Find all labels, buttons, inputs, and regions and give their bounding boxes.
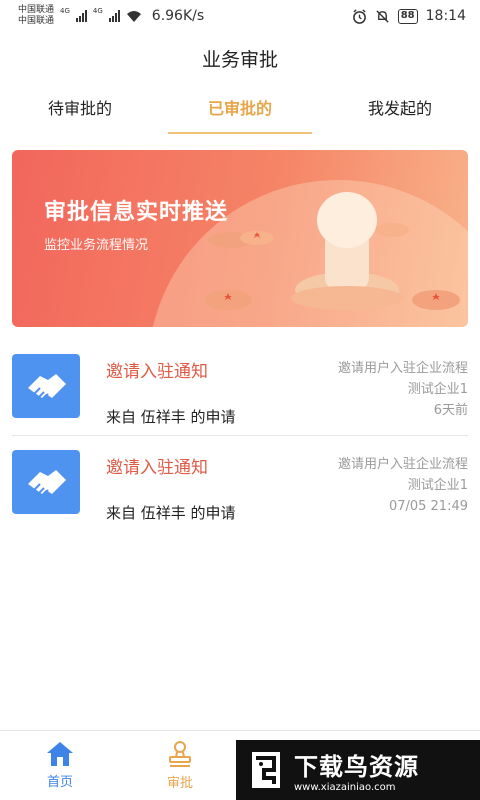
carrier-2: 中国联通 <box>18 16 55 26</box>
alarm-icon <box>352 8 366 24</box>
status-bar: 中国联通 中国联通 4G 4G 6.96K/s 88 18:14 <box>0 0 480 32</box>
nav-home-label: 首页 <box>46 775 73 790</box>
item-time: 6天前 <box>433 403 468 418</box>
battery-indicator: 88 <box>397 8 418 24</box>
nav-approval-label: 审批 <box>166 776 193 791</box>
nav-approval[interactable]: 审批 <box>120 731 240 800</box>
tab-pending[interactable]: 待审批的 <box>8 88 152 134</box>
item-flow: 邀请用户入驻企业流程 <box>337 361 468 376</box>
status-left: 中国联通 中国联通 4G 4G 6.96K/s <box>18 5 204 27</box>
item-applicant: 来自 伍祥丰 的申请 <box>106 408 236 426</box>
carrier-names: 中国联通 中国联通 <box>18 5 54 27</box>
net-type-2: 4G <box>92 7 103 15</box>
stamp-icon <box>169 741 191 767</box>
wifi-icon <box>126 10 141 22</box>
banner-subtitle: 监控业务流程情况 <box>44 238 149 253</box>
carrier-1: 中国联通 <box>18 5 55 15</box>
watermark-url: www.xiazainiao.com <box>294 782 396 793</box>
watermark-title: 下载鸟资源 <box>294 753 419 781</box>
approval-item[interactable]: 邀请入驻通知 来自 伍祥丰 的申请 邀请用户入驻企业流程 测试企业1 07/05… <box>12 436 468 532</box>
signal-icon <box>75 10 87 22</box>
approval-list: 邀请入驻通知 来自 伍祥丰 的申请 邀请用户入驻企业流程 测试企业1 6天前 邀… <box>0 340 480 532</box>
site-watermark: 下载鸟资源 www.xiazainiao.com <box>236 740 480 800</box>
promo-banner[interactable]: 审批信息实时推送 监控业务流程情况 <box>12 150 468 327</box>
handshake-icon <box>12 450 80 514</box>
item-meta: 邀请用户入驻企业流程 测试企业1 6天前 <box>338 358 468 421</box>
tab-initiated[interactable]: 我发起的 <box>328 88 472 134</box>
home-icon <box>47 742 73 766</box>
status-right: 88 18:14 <box>352 8 466 24</box>
net-type-1: 4G <box>60 7 70 15</box>
network-speed: 6.96K/s <box>151 8 205 24</box>
watermark-text: 下载鸟资源 www.xiazainiao.com <box>294 747 419 793</box>
item-title: 邀请入驻通知 <box>106 362 208 382</box>
item-time: 07/05 21:49 <box>388 499 468 514</box>
nav-home[interactable]: 首页 <box>0 731 120 800</box>
tab-bar: 待审批的 已审批的 我发起的 <box>0 88 480 134</box>
item-company: 测试企业1 <box>407 382 468 397</box>
approval-item[interactable]: 邀请入驻通知 来自 伍祥丰 的申请 邀请用户入驻企业流程 测试企业1 6天前 <box>12 340 468 436</box>
item-title: 邀请入驻通知 <box>106 458 208 478</box>
handshake-icon <box>12 354 80 418</box>
item-applicant: 来自 伍祥丰 的申请 <box>106 504 236 522</box>
mute-bell-icon <box>376 9 389 23</box>
item-flow: 邀请用户入驻企业流程 <box>337 457 468 472</box>
tab-approved[interactable]: 已审批的 <box>168 88 312 134</box>
item-company: 测试企业1 <box>407 478 468 493</box>
page-title: 业务审批 <box>201 49 278 71</box>
item-meta: 邀请用户入驻企业流程 测试企业1 07/05 21:49 <box>338 454 468 517</box>
bird-logo-icon <box>252 752 280 788</box>
banner-title: 审批信息实时推送 <box>44 200 229 225</box>
signal-icon-2 <box>108 10 120 22</box>
clock: 18:14 <box>425 8 466 24</box>
